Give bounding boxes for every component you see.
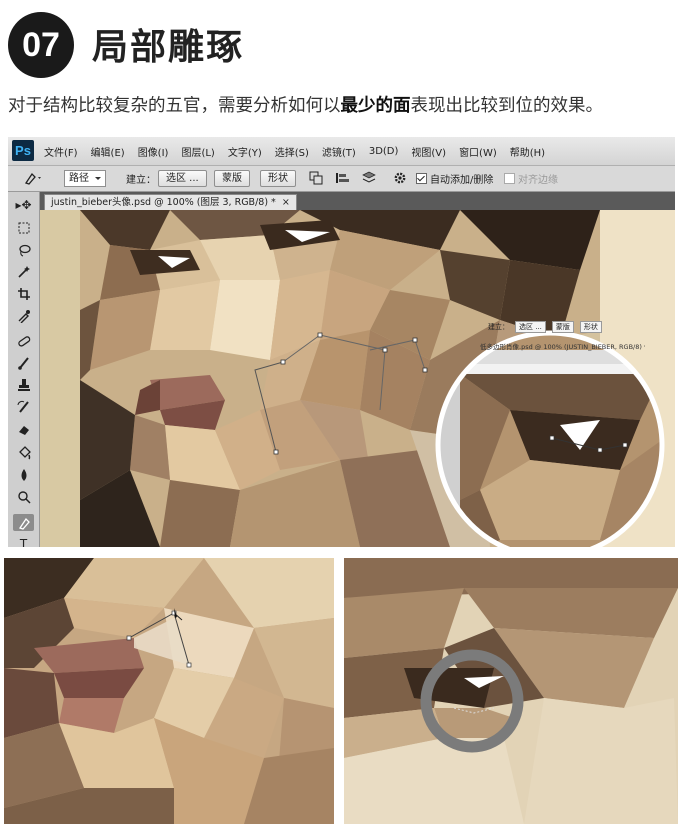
path-arrangement-icon[interactable]: [360, 170, 380, 186]
menu-view[interactable]: 视图(V): [411, 144, 446, 159]
menu-image[interactable]: 图像(I): [138, 144, 169, 159]
marquee-icon[interactable]: [13, 219, 34, 236]
brush-icon[interactable]: [13, 354, 34, 371]
close-tab-icon[interactable]: ×: [282, 197, 290, 208]
eye-detail-artwork: [344, 558, 678, 824]
menu-items: 文件(F) 编辑(E) 图像(I) 图层(L) 文字(Y) 选择(S) 滤镜(T…: [44, 137, 558, 165]
inset-build-label: 建立：: [488, 323, 509, 331]
step-description: 对于结构比较复杂的五官，需要分析如何以最少的面表现出比较到位的效果。: [8, 92, 603, 117]
document-tab[interactable]: justin_bieber头像.psd @ 100% (图层 3, RGB/8)…: [44, 194, 297, 211]
path-alignment-icon[interactable]: [334, 170, 354, 186]
menu-edit[interactable]: 编辑(E): [91, 144, 125, 159]
auto-add-delete-checkbox[interactable]: [416, 172, 427, 184]
auto-add-delete-label: 自动添加/删除: [430, 174, 494, 186]
shape-button[interactable]: 形状: [260, 169, 296, 187]
step-number-badge: 07: [8, 12, 74, 78]
low-poly-portrait-artwork: [40, 210, 675, 547]
lip-detail-artwork: [4, 558, 334, 824]
menu-layer[interactable]: 图层(L): [181, 144, 214, 159]
healing-brush-icon[interactable]: [13, 332, 34, 349]
photoshop-logo: Ps: [12, 140, 34, 161]
menu-type[interactable]: 文字(Y): [228, 144, 262, 159]
align-edges-checkbox[interactable]: [504, 172, 515, 184]
move-icon[interactable]: ▸✥: [13, 196, 34, 213]
menu-window[interactable]: 窗口(W): [459, 144, 497, 159]
path-operations-icon[interactable]: [308, 170, 324, 186]
gear-icon[interactable]: [392, 170, 412, 186]
align-edges-label: 对齐边缘: [518, 174, 558, 186]
menu-bar: Ps 文件(F) 编辑(E) 图像(I) 图层(L) 文字(Y) 选择(S) 滤…: [8, 137, 675, 166]
options-bar: 路径 建立： 选区 ... 蒙版 形状 自动添加/删除 对齐边缘: [8, 166, 675, 192]
build-label: 建立：: [126, 174, 156, 186]
menu-help[interactable]: 帮助(H): [510, 144, 545, 159]
tool-preset-picker[interactable]: [22, 170, 44, 186]
document-canvas[interactable]: 建立： 选区 ... 蒙版 形状 低多边形肖像.psd @ 100% (JUST…: [40, 210, 675, 547]
menu-filter[interactable]: 滤镜(T): [322, 144, 356, 159]
description-part-2: 表现出比较到位的效果。: [410, 96, 604, 116]
tools-panel: ▸✥ T: [8, 192, 40, 547]
lasso-icon[interactable]: [13, 241, 34, 258]
align-edges-option[interactable]: 对齐边缘: [504, 170, 558, 186]
eraser-icon[interactable]: [13, 420, 34, 437]
pen-preset-icon: [24, 172, 41, 185]
paint-bucket-icon[interactable]: [13, 444, 34, 461]
menu-3d[interactable]: 3D(D): [369, 146, 399, 157]
eye-detail-image: [344, 558, 678, 824]
type-icon[interactable]: T: [13, 535, 34, 548]
inset-selection-button: 选区 ...: [515, 321, 546, 333]
description-part-1: 对于结构比较复杂的五官，需要分析如何以: [8, 96, 341, 116]
magic-wand-icon[interactable]: [13, 263, 34, 280]
crop-icon[interactable]: [13, 285, 34, 302]
mask-button[interactable]: 蒙版: [214, 169, 250, 187]
dodge-icon[interactable]: [13, 488, 34, 505]
blur-icon[interactable]: [13, 466, 34, 483]
auto-add-delete-option[interactable]: 自动添加/删除: [416, 170, 493, 186]
mode-select[interactable]: 路径: [64, 169, 106, 187]
document-tab-title: justin_bieber头像.psd @ 100% (图层 3, RGB/8)…: [51, 197, 276, 208]
document-tab-bar: justin_bieber头像.psd @ 100% (图层 3, RGB/8)…: [40, 192, 675, 211]
stamp-icon[interactable]: [13, 376, 34, 393]
inset-build-controls: 建立： 选区 ... 蒙版 形状: [488, 321, 602, 333]
inset-shape-button: 形状: [579, 321, 602, 333]
description-emphasis: 最少的面: [340, 96, 411, 116]
photoshop-window: Ps 文件(F) 编辑(E) 图像(I) 图层(L) 文字(Y) 选择(S) 滤…: [8, 137, 675, 547]
menu-select[interactable]: 选择(S): [275, 144, 309, 159]
step-number: 07: [22, 25, 60, 64]
step-title: 局部雕琢: [92, 27, 245, 68]
pen-icon[interactable]: [13, 514, 34, 531]
inset-document-tab: 低多边形肖像.psd @ 100% (JUSTIN_BIEBER, RGB/8)…: [480, 343, 645, 351]
selection-button[interactable]: 选区 ...: [158, 169, 207, 187]
eyedropper-icon[interactable]: [13, 307, 34, 324]
menu-file[interactable]: 文件(F): [44, 144, 78, 159]
history-brush-icon[interactable]: [13, 398, 34, 415]
lip-detail-image: [4, 558, 334, 824]
inset-mask-button: 蒙版: [551, 321, 574, 333]
